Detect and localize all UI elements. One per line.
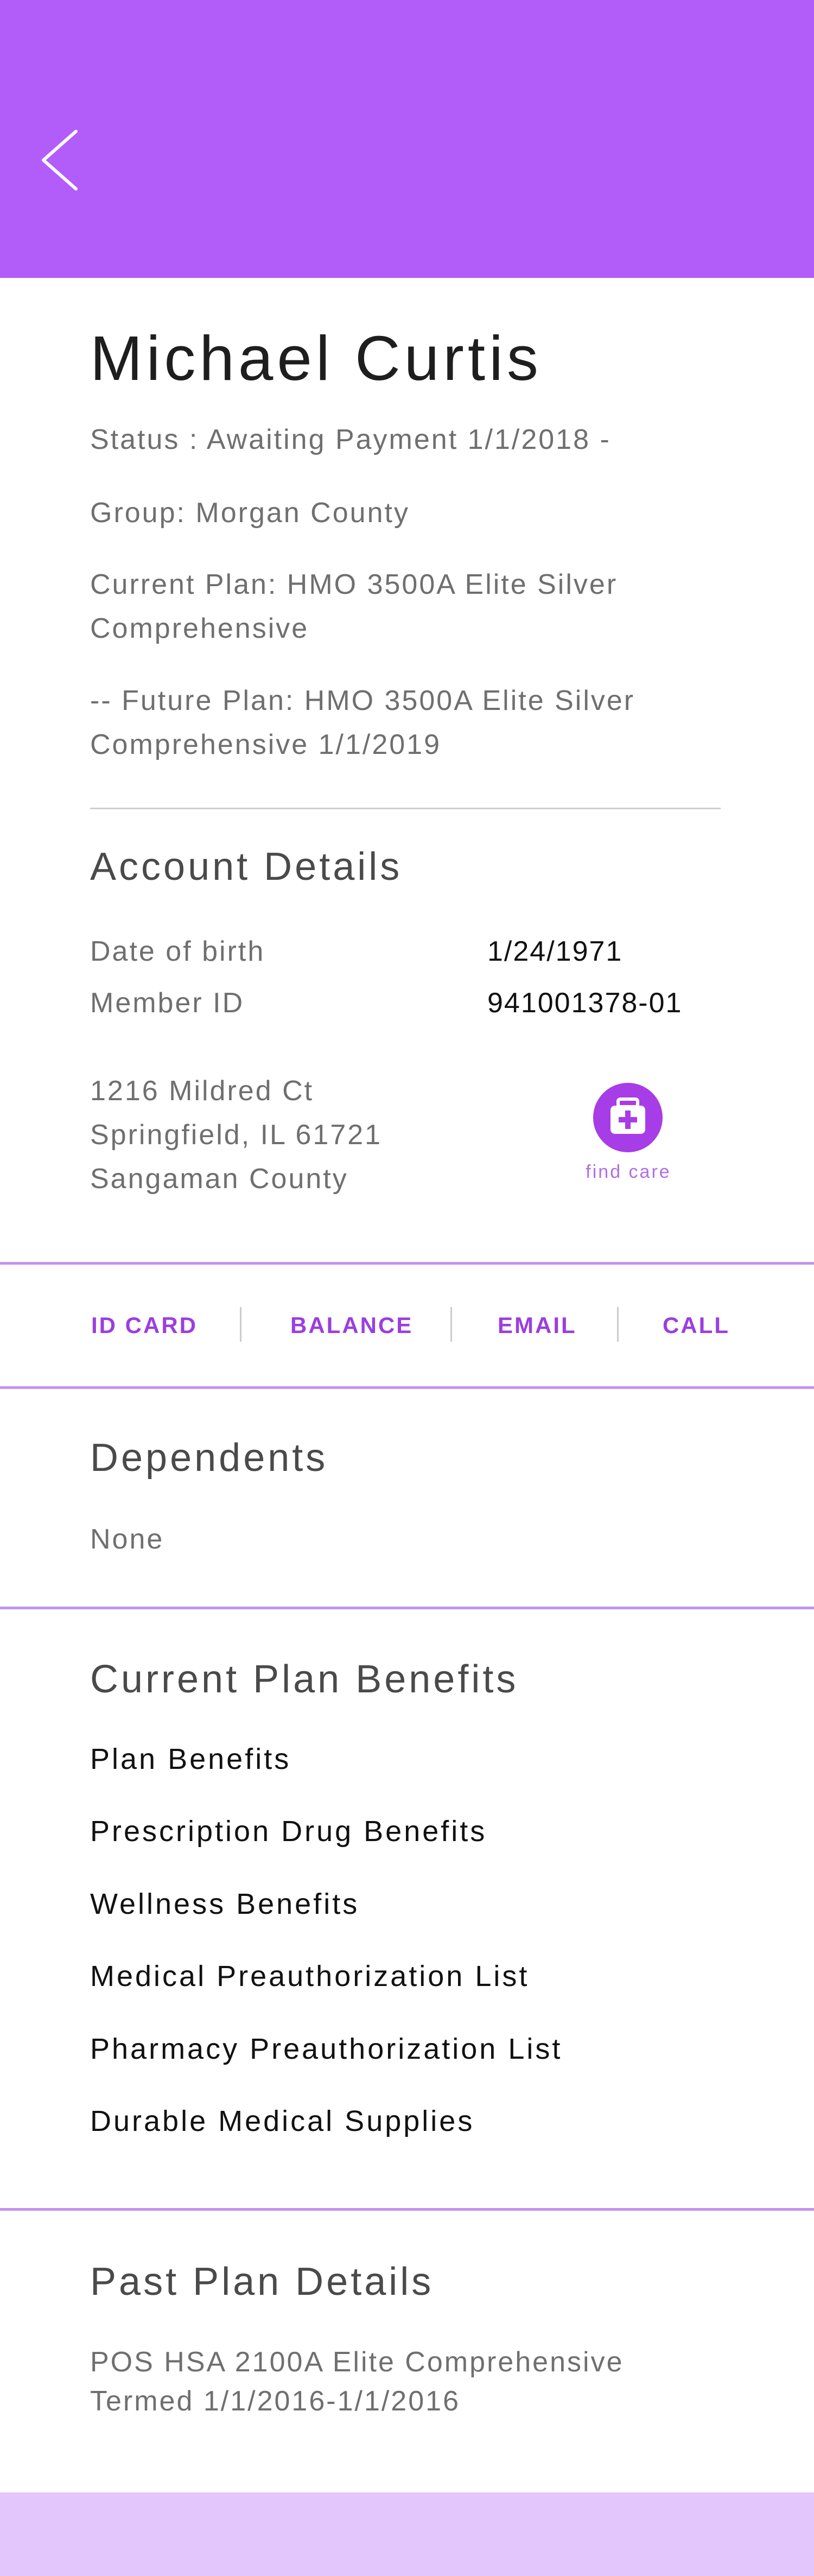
plan-benefits-link[interactable]: Plan Benefits (90, 1742, 291, 1776)
divider (0, 2208, 814, 2211)
separator (240, 1307, 241, 1342)
find-care-circle (593, 1083, 663, 1152)
pharmacy-preauthorization-list-link[interactable]: Pharmacy Preauthorization List (90, 2032, 562, 2066)
separator (450, 1307, 452, 1342)
action-bar: ID CARD BALANCE EMAIL CALL (0, 1265, 814, 1386)
medical-preauthorization-list-link[interactable]: Medical Preauthorization List (90, 1959, 529, 1993)
group-text: Group: Morgan County (90, 497, 410, 529)
dob-value: 1/24/1971 (487, 936, 623, 967)
address-line-3: Sangaman County (90, 1163, 348, 1195)
find-care-button[interactable]: find care (585, 1083, 670, 1191)
chevron-left-icon (42, 130, 78, 191)
future-plan-text: -- Future Plan: HMO 3500A Elite Silver C… (90, 685, 635, 760)
member-name: Michael Curtis (90, 323, 542, 394)
app-header (0, 0, 814, 278)
wellness-benefits-link[interactable]: Wellness Benefits (90, 1887, 359, 1921)
member-id-label: Member ID (90, 987, 245, 1019)
call-button[interactable]: CALL (663, 1265, 730, 1386)
dependents-heading: Dependents (90, 1436, 328, 1480)
past-plan-line-1: POS HSA 2100A Elite Comprehensive (90, 2346, 624, 2378)
current-plan-text: Current Plan: HMO 3500A Elite Silver Com… (90, 569, 618, 644)
medical-kit-icon (610, 1097, 645, 1134)
divider (0, 1607, 814, 1609)
past-plan-line-2: Termed 1/1/2016-1/1/2016 (90, 2385, 460, 2417)
find-care-label: find care (586, 1162, 671, 1182)
status-text: Status : Awaiting Payment 1/1/2018 - (90, 424, 611, 455)
prescription-drug-benefits-link[interactable]: Prescription Drug Benefits (90, 1814, 487, 1848)
divider (0, 1386, 814, 1389)
address-line-1: 1216 Mildred Ct (90, 1075, 314, 1107)
durable-medical-supplies-link[interactable]: Durable Medical Supplies (90, 2104, 474, 2138)
account-details-heading: Account Details (90, 845, 403, 889)
member-id-value: 941001378-01 (487, 987, 683, 1019)
address-block: 1216 Mildred Ct Springfield, IL 61721 Sa… (90, 1069, 470, 1201)
past-plan-heading: Past Plan Details (90, 2260, 434, 2304)
balance-button[interactable]: BALANCE (290, 1265, 413, 1386)
back-button[interactable] (33, 125, 87, 195)
dependents-value: None (90, 1524, 164, 1555)
benefits-heading: Current Plan Benefits (90, 1658, 519, 1701)
address-line-2: Springfield, IL 61721 (90, 1119, 383, 1151)
footer-bar (0, 2492, 814, 2576)
dob-label: Date of birth (90, 936, 265, 967)
divider (90, 808, 721, 809)
separator (617, 1307, 619, 1342)
email-button[interactable]: EMAIL (498, 1265, 577, 1386)
id-card-button[interactable]: ID CARD (91, 1265, 198, 1386)
